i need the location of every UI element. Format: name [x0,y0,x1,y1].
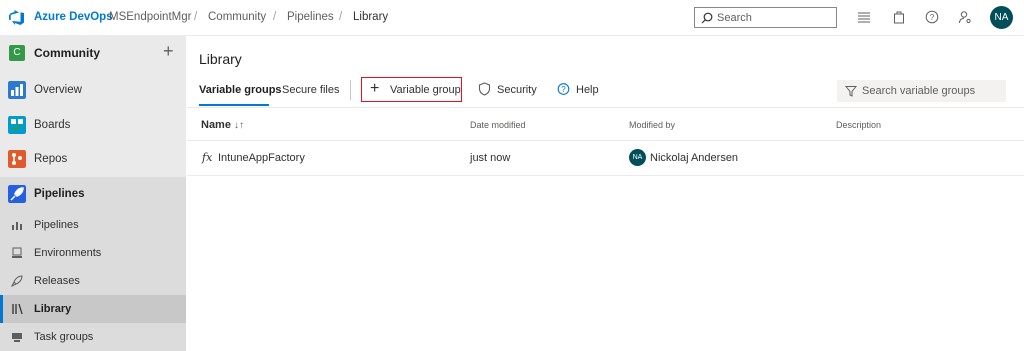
pipelines-icon [8,185,26,203]
task-groups-icon [12,333,22,342]
project-header[interactable]: C Community + [0,36,186,70]
sidebar: C Community + Overview Boards Repos Pipe… [0,36,186,351]
security-label: Security [497,84,537,96]
sidebar-subitem-pipelines[interactable]: Pipelines [0,211,186,239]
page-title: Library [199,51,242,67]
sidebar-subitem-label: Library [34,303,72,315]
environments-icon [12,247,22,258]
sort-icon[interactable]: ↓↑ [234,120,244,131]
date-modified: just now [470,152,511,164]
security-button[interactable]: Security [478,82,537,99]
search-input[interactable]: Search [694,7,837,28]
sidebar-item-label: Repos [34,153,68,165]
breadcrumb-organization[interactable]: MSEndpointMgr [109,11,191,23]
active-tab-indicator [199,104,269,106]
divider [187,175,1024,176]
brand-link[interactable]: Azure DevOps [34,11,113,23]
boards-icon [8,116,26,134]
add-variable-group-label: Variable group [390,84,461,96]
azure-devops-logo-icon[interactable] [8,9,26,27]
sidebar-item-label: Pipelines [34,188,85,200]
variable-icon: fx [202,151,213,164]
sidebar-item-label: Boards [34,119,71,131]
add-variable-group-button[interactable]: + Variable group [361,77,462,102]
column-header-label: Name [201,119,231,131]
add-icon[interactable]: + [163,41,174,62]
column-header-modified-by[interactable]: Modified by [629,120,675,130]
svg-text:?: ? [930,13,935,22]
sidebar-subitem-releases[interactable]: Releases [0,267,186,295]
library-icon [12,303,23,315]
sidebar-item-boards[interactable]: Boards [0,108,186,142]
help-icon[interactable]: ? [925,10,939,24]
search-icon [701,12,713,24]
column-header-description[interactable]: Description [836,120,881,130]
toolbar-divider [350,80,351,100]
breadcrumb-separator: / [339,11,343,23]
plus-icon: + [370,80,380,97]
search-placeholder: Search [717,12,752,24]
sidebar-item-repos[interactable]: Repos [0,142,186,176]
sidebar-subitem-label: Environments [34,247,102,259]
breadcrumb-separator: / [273,11,277,23]
user-avatar[interactable]: NA [990,6,1013,29]
pipelines-sub-icon [12,222,22,230]
breadcrumb-project[interactable]: Community [208,11,266,23]
column-header-date-modified[interactable]: Date modified [470,120,526,130]
table-row[interactable]: fx IntuneAppFactory just now NA Nickolaj… [187,141,1024,175]
project-name: Community [34,46,100,60]
sidebar-item-overview[interactable]: Overview [0,73,186,107]
help-circle-icon: ? [557,83,570,95]
sidebar-subitem-library[interactable]: Library [0,295,186,323]
tab-secure-files[interactable]: Secure files [282,84,339,96]
top-bar: Azure DevOps MSEndpointMgr / Community /… [0,0,1024,36]
search-variable-groups-input[interactable]: Search variable groups [837,80,1006,102]
releases-icon [11,275,23,287]
variable-group-name[interactable]: IntuneAppFactory [218,152,305,164]
main-content: Library Variable groups Secure files + V… [187,36,1024,347]
overview-icon [8,81,26,99]
shopping-bag-icon[interactable] [892,10,906,24]
svg-text:?: ? [561,85,566,94]
breadcrumb-library[interactable]: Library [353,11,388,23]
breadcrumb-separator: / [194,11,198,23]
divider [187,107,1024,108]
repos-icon [8,150,26,168]
project-badge: C [9,45,25,61]
sidebar-subitem-label: Releases [34,275,80,287]
avatar: NA [629,149,646,166]
shield-icon [478,82,491,96]
sidebar-subitem-environments[interactable]: Environments [0,239,186,267]
filter-placeholder: Search variable groups [862,85,976,97]
sidebar-subitem-label: Pipelines [34,219,79,231]
list-icon[interactable] [857,10,871,24]
tab-variable-groups[interactable]: Variable groups [199,84,282,96]
help-label: Help [576,84,599,96]
sidebar-subitem-label: Task groups [34,331,94,343]
filter-icon [845,86,857,97]
help-button[interactable]: ? Help [557,82,599,99]
breadcrumb-pipelines[interactable]: Pipelines [287,11,334,23]
modified-by: Nickolaj Andersen [650,152,739,164]
sidebar-item-pipelines[interactable]: Pipelines [0,177,186,211]
user-settings-icon[interactable] [958,10,972,24]
column-header-name[interactable]: Name ↓↑ [201,119,244,131]
sidebar-item-label: Overview [34,84,82,96]
